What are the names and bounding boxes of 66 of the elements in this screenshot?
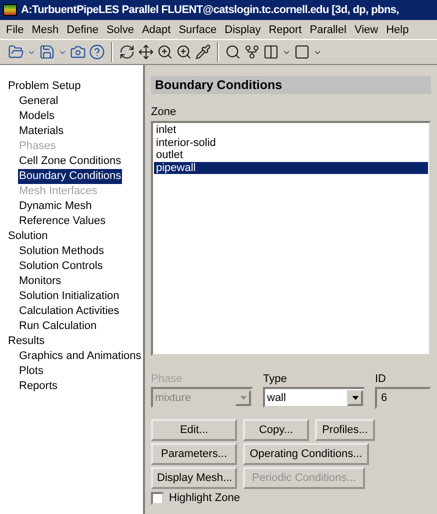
tree-item[interactable]: Materials (18, 124, 65, 139)
menu-item[interactable]: Mesh (28, 24, 63, 36)
title-text: A:TurbuentPipeLES Parallel FLUENT@catslogin.tc.cornell.edu [3d, dp, pbns, (21, 4, 399, 16)
checkbox-label: Highlight Zone (169, 492, 240, 505)
menu-item[interactable]: File (2, 24, 28, 36)
zone-item[interactable]: interior-solid (154, 136, 428, 149)
action-button[interactable]: Parameters... (151, 443, 237, 465)
menu-item[interactable]: Surface (174, 24, 221, 36)
type-label: Type (263, 373, 288, 386)
tree-item[interactable]: Solution Initialization (18, 289, 120, 304)
square-icon[interactable] (294, 44, 310, 60)
tree-item[interactable]: Solution Methods (18, 244, 105, 259)
zone-item[interactable]: inlet (154, 124, 428, 136)
menu-item[interactable]: Report (264, 24, 306, 36)
menu-item[interactable]: Parallel (306, 24, 350, 36)
tree-item[interactable]: Boundary Conditions (18, 169, 122, 184)
action-button[interactable]: Operating Conditions... (243, 443, 369, 465)
tree-item[interactable]: Plots (18, 364, 44, 379)
zoom-in-icon[interactable] (176, 44, 192, 60)
zone-item[interactable]: pipewall (154, 162, 428, 174)
tree-item[interactable]: Monitors (18, 274, 62, 289)
zone-item[interactable]: outlet (154, 149, 428, 162)
id-label: ID (375, 373, 387, 386)
menu-item[interactable]: Define (62, 24, 102, 36)
zoom-in-icon[interactable] (157, 44, 173, 60)
action-button[interactable]: Edit... (151, 419, 237, 441)
tree-item[interactable]: Solution Controls (18, 259, 104, 274)
tree-item[interactable]: Models (18, 109, 56, 124)
pipette-icon[interactable] (195, 44, 211, 60)
save-icon[interactable] (39, 44, 55, 60)
app-icon (3, 4, 17, 16)
move-icon[interactable] (138, 44, 154, 60)
caret-icon (240, 396, 246, 400)
rotate-icon[interactable] (119, 44, 135, 60)
tree-item[interactable]: Calculation Activities (18, 304, 120, 319)
folder-icon[interactable] (8, 44, 24, 60)
tree-section[interactable]: Results (8, 334, 143, 349)
tree-item[interactable]: Dynamic Mesh (18, 199, 93, 214)
tree-item[interactable]: Reference Values (18, 214, 107, 229)
type-dropdown[interactable]: wall (263, 387, 365, 408)
menu-item[interactable]: Display (220, 24, 265, 36)
axes-icon[interactable] (244, 44, 260, 60)
id-field[interactable]: 6 (375, 387, 431, 409)
action-button[interactable]: Display Mesh... (151, 467, 237, 489)
camera-icon[interactable] (70, 44, 86, 60)
action-button[interactable]: Profiles... (315, 419, 375, 441)
caret-icon (352, 396, 358, 400)
highlight-checkbox[interactable] (151, 492, 164, 505)
menu-item[interactable]: Help (382, 24, 413, 36)
tree-item[interactable]: Run Calculation (18, 319, 98, 334)
tree-item[interactable]: Reports (18, 379, 59, 394)
zone-list[interactable]: inlet interior-solid outlet pipewall (151, 121, 431, 356)
search-icon[interactable] (225, 44, 241, 60)
menu-item[interactable]: Solve (102, 24, 138, 36)
menu-item[interactable]: Adapt (138, 24, 175, 36)
panel-header: Boundary Conditions (151, 76, 431, 94)
tree-item[interactable]: General (18, 94, 60, 109)
tree-section[interactable]: Solution (8, 229, 143, 244)
action-button[interactable]: Copy... (243, 419, 309, 441)
menu-item[interactable]: View (350, 24, 382, 36)
zone-label: Zone (151, 106, 178, 119)
tree-item[interactable]: Cell Zone Conditions (18, 154, 122, 169)
tree-section[interactable]: Problem Setup (8, 79, 143, 94)
tree-item[interactable]: Graphics and Animations (18, 349, 142, 364)
help-icon[interactable] (89, 44, 105, 60)
layout-icon[interactable] (263, 44, 279, 60)
